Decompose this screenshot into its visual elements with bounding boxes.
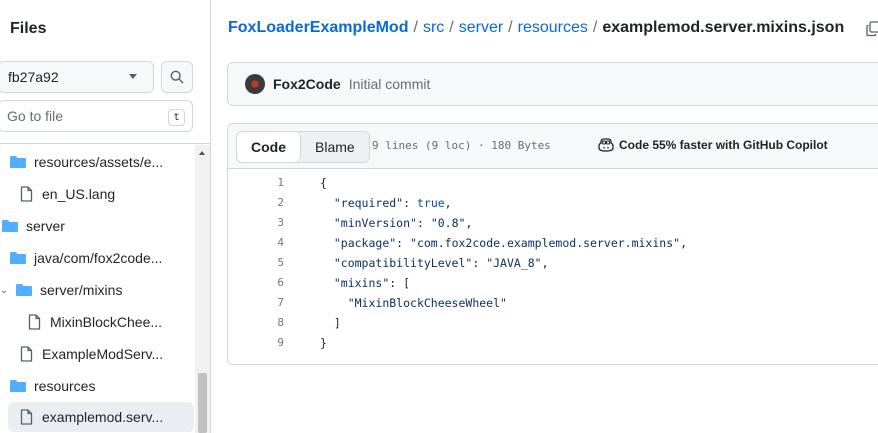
tree-item-label: server: [26, 218, 65, 234]
chevron-down-icon: [129, 74, 137, 79]
breadcrumb-separator: /: [449, 19, 454, 36]
tree-item-folder[interactable]: java/com/fox2code...: [10, 243, 162, 273]
line-number[interactable]: 2: [248, 196, 284, 209]
file-icon: [26, 314, 42, 330]
keyboard-shortcut-hint: t: [168, 109, 185, 126]
breadcrumb-link-server[interactable]: server: [459, 19, 503, 36]
folder-icon: [16, 282, 32, 298]
branch-selector[interactable]: fb27a92: [0, 61, 154, 93]
code-text: "minVersion": "0.8",: [333, 216, 473, 230]
tree-item-label: ExampleModServ...: [42, 346, 164, 362]
line-number[interactable]: 3: [248, 216, 284, 229]
latest-commit-bar: Fox2Code Initial commit: [227, 62, 878, 106]
breadcrumb-repo-link[interactable]: FoxLoaderExampleMod: [228, 19, 408, 36]
code-text: "MixinBlockCheeseWheel": [347, 296, 507, 310]
line-number[interactable]: 7: [248, 296, 284, 309]
tab-code[interactable]: Code: [237, 132, 301, 162]
tree-item-folder[interactable]: resources/assets/e...: [10, 147, 163, 177]
tree-item-label: examplemod.serv...: [42, 409, 164, 425]
line-number[interactable]: 1: [248, 176, 284, 189]
folder-icon: [2, 218, 18, 234]
folder-icon: [10, 250, 26, 266]
commit-author-link[interactable]: Fox2Code: [273, 76, 341, 92]
file-tree: resources/assets/e... en_US.lang server …: [0, 145, 194, 433]
line-number[interactable]: 9: [248, 336, 284, 349]
file-icon: [18, 346, 34, 362]
tree-item-file-selected[interactable]: examplemod.serv...: [8, 402, 194, 432]
file-header: Code Blame 9 lines (9 loc) · 180 Bytes C…: [228, 124, 878, 169]
tree-item-folder[interactable]: server: [2, 211, 65, 241]
code-text: }: [320, 336, 327, 350]
breadcrumb-separator: /: [413, 19, 418, 36]
tree-item-label: en_US.lang: [42, 186, 116, 202]
tree-item-label: resources: [34, 378, 96, 394]
divider: [0, 143, 211, 144]
code-text: "package": "com.fox2code.examplemod.serv…: [333, 236, 687, 250]
branch-name: fb27a92: [8, 69, 59, 85]
file-tree-sidebar: Files fb27a92 Go to file t resources/ass…: [0, 0, 211, 433]
commit-message-link[interactable]: Initial commit: [349, 76, 431, 92]
code-line: 3 "minVersion": "0.8",: [228, 216, 878, 236]
code-line: 8 ]: [228, 316, 878, 336]
chevron-down-icon[interactable]: ⌄: [0, 285, 10, 296]
tree-item-folder[interactable]: ⌄ server/mixins: [0, 275, 122, 305]
copilot-promo-link[interactable]: Code 55% faster with GitHub Copilot: [598, 138, 828, 152]
tree-item-file[interactable]: en_US.lang: [18, 179, 115, 209]
tree-item-file[interactable]: ExampleModServ...: [18, 339, 163, 369]
file-icon: [18, 186, 34, 202]
folder-icon: [10, 154, 26, 170]
code-text: "compatibilityLevel": "JAVA_8",: [333, 256, 549, 270]
code-line: 2 "required": true,: [228, 196, 878, 216]
code-line: 6 "mixins": [: [228, 276, 878, 296]
tree-item-label: server/mixins: [40, 282, 123, 298]
code-text: ]: [320, 316, 341, 330]
line-number[interactable]: 5: [248, 256, 284, 269]
sidebar-scrollbar[interactable]: [195, 145, 210, 433]
tab-blame[interactable]: Blame: [301, 132, 369, 162]
tree-item-label: MixinBlockChee...: [50, 314, 163, 330]
tree-item-file[interactable]: MixinBlockChee...: [26, 307, 162, 337]
file-viewer: Code Blame 9 lines (9 loc) · 180 Bytes C…: [227, 123, 878, 365]
tree-item-folder[interactable]: resources: [10, 371, 95, 401]
code-line: 1{: [228, 176, 878, 196]
folder-icon: [10, 378, 26, 394]
copilot-icon: [598, 138, 614, 152]
breadcrumb-separator: /: [508, 19, 513, 36]
line-number[interactable]: 4: [248, 236, 284, 249]
breadcrumb-separator: /: [592, 19, 598, 36]
go-to-file-placeholder: Go to file: [7, 108, 64, 124]
file-stats: 9 lines (9 loc) · 180 Bytes: [372, 139, 551, 152]
scrollbar-thumb[interactable]: [198, 373, 207, 433]
file-icon: [18, 409, 34, 425]
search-icon: [170, 70, 184, 84]
breadcrumb: FoxLoaderExampleMod / src / server / resources…: [228, 19, 844, 37]
line-number[interactable]: 8: [248, 316, 284, 329]
breadcrumb-link-src[interactable]: src: [423, 19, 444, 36]
breadcrumb-current-file: examplemod.server.mixins.json: [602, 19, 845, 36]
code-line: 9}: [228, 336, 878, 356]
code-text: {: [320, 176, 327, 190]
code-line: 7 "MixinBlockCheeseWheel": [228, 296, 878, 316]
line-number[interactable]: 6: [248, 276, 284, 289]
copilot-promo-text: Code 55% faster with GitHub Copilot: [619, 138, 828, 152]
scroll-up-arrow-icon[interactable]: [199, 151, 205, 155]
github-file-view: Files fb27a92 Go to file t resources/ass…: [0, 0, 878, 433]
code-line: 4 "package": "com.fox2code.examplemod.se…: [228, 236, 878, 256]
tree-item-label: resources/assets/e...: [34, 154, 164, 170]
tree-item-label: java/com/fox2code...: [34, 250, 163, 266]
code-text: "mixins": [: [333, 276, 411, 290]
search-button[interactable]: [161, 61, 193, 93]
view-mode-toggle: Code Blame: [236, 131, 370, 163]
go-to-file-input[interactable]: Go to file t: [0, 100, 193, 132]
code-text: "required": true,: [333, 196, 452, 210]
sidebar-title: Files: [10, 20, 47, 37]
breadcrumb-link-resources[interactable]: resources: [518, 19, 588, 36]
copy-path-icon[interactable]: [866, 21, 878, 37]
avatar[interactable]: [245, 74, 265, 94]
code-line: 5 "compatibilityLevel": "JAVA_8",: [228, 256, 878, 276]
